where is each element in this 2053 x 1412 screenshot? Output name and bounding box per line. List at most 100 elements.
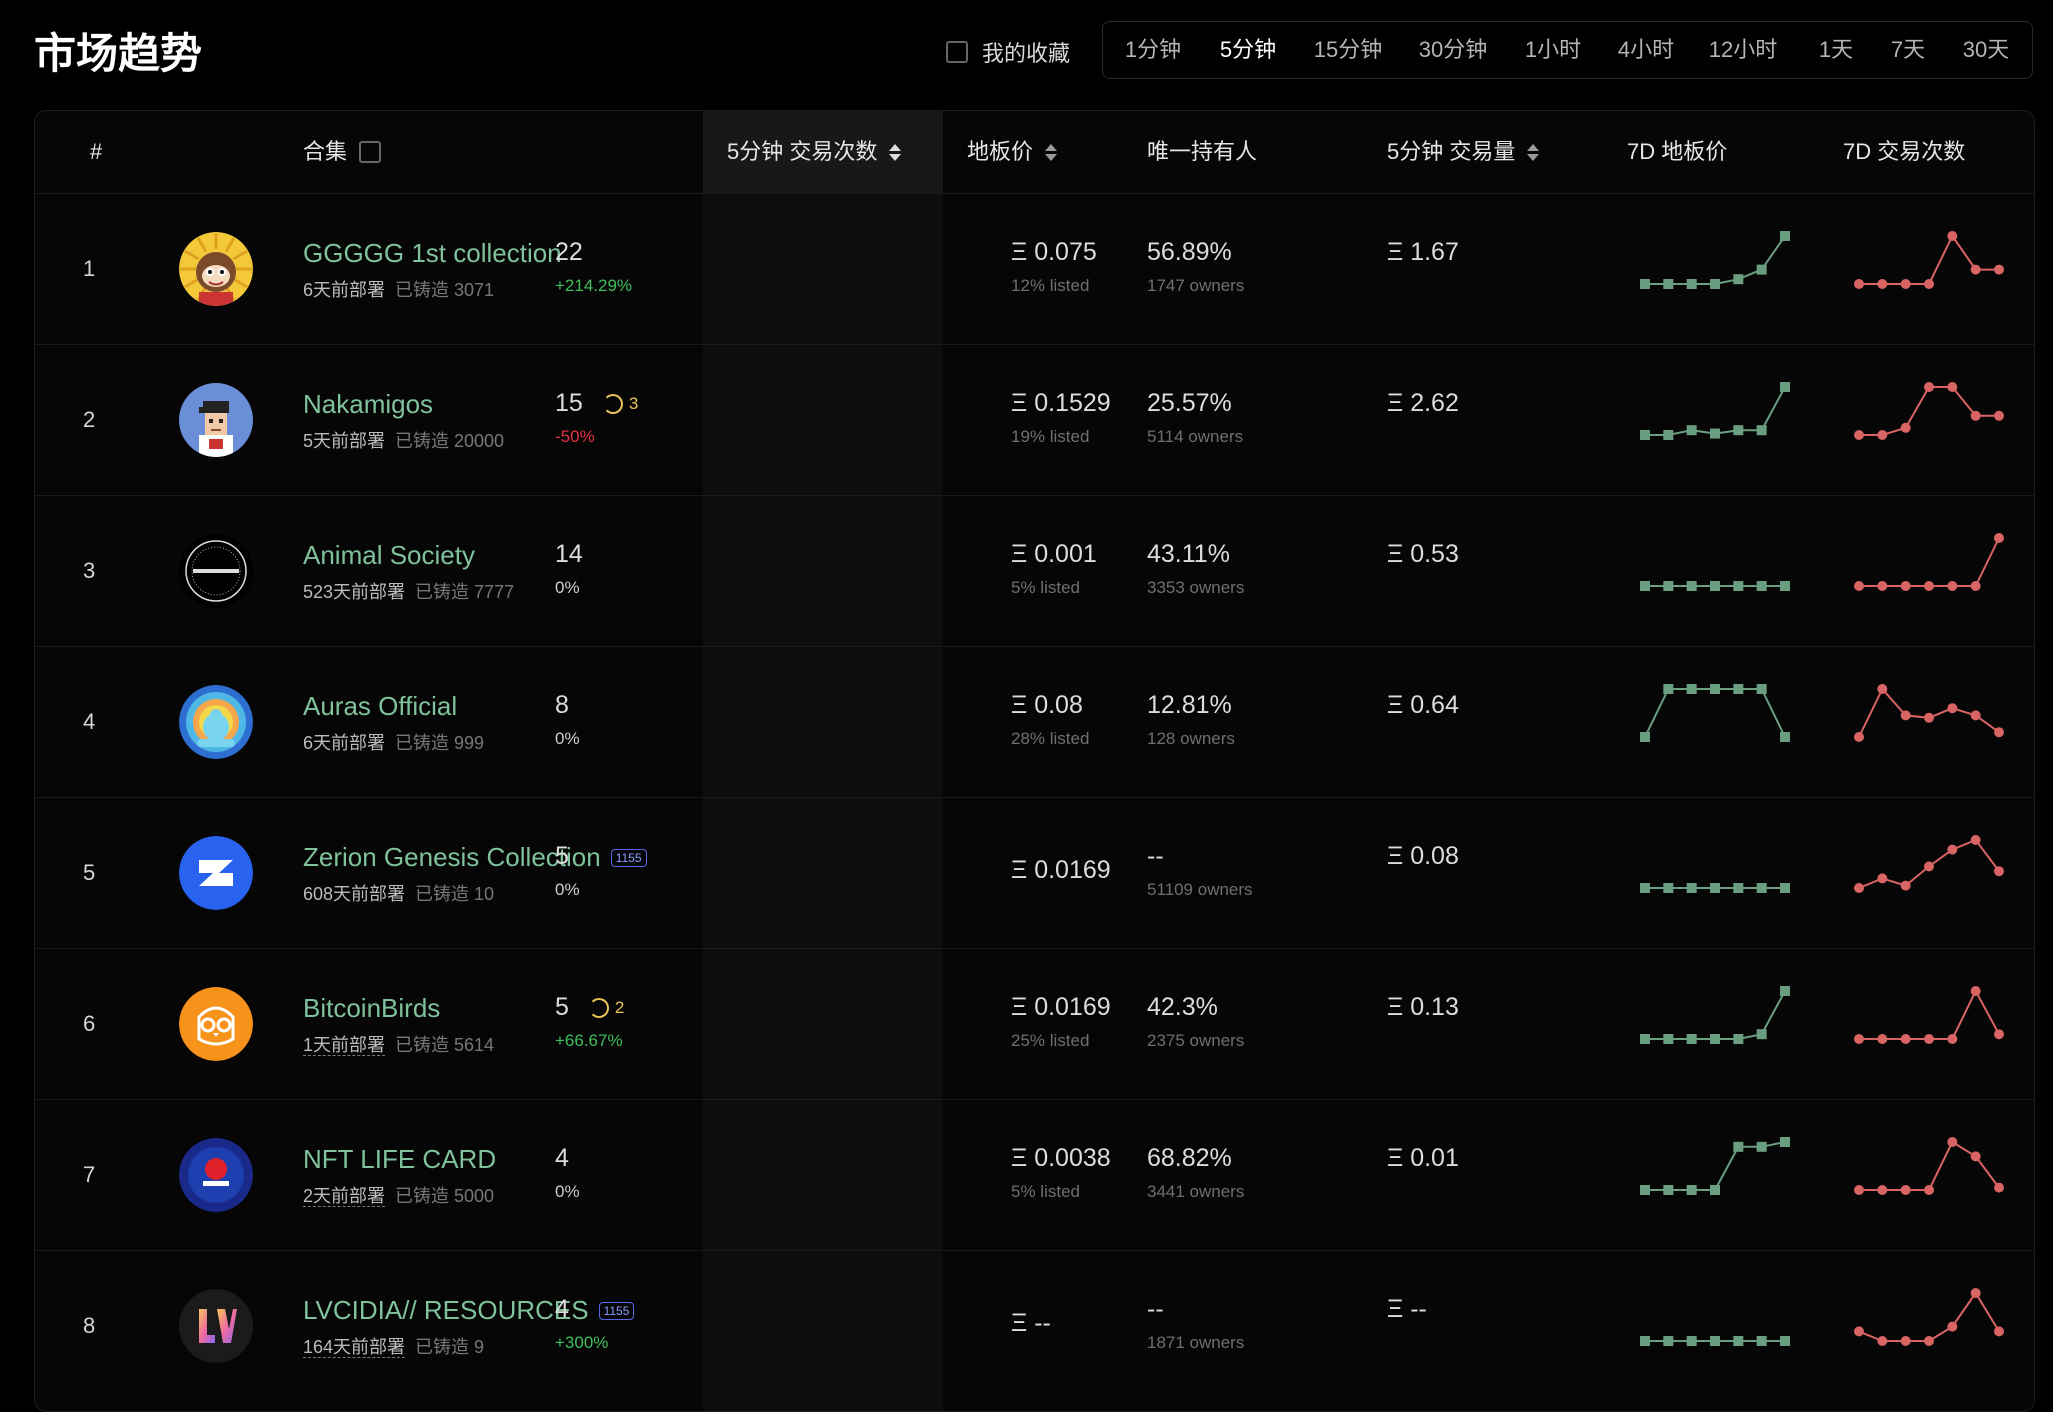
time-tab[interactable]: 30分钟 [1419,22,1487,78]
spark-point [1663,684,1674,694]
collection-filter-checkbox[interactable] [359,141,382,163]
table-row[interactable]: 8 LVCIDIA// RESOURCES 1155 164天前部署 已铸造 9 … [35,1250,2034,1402]
floor-price: Ξ -- [1011,1309,1051,1337]
collection-name-link[interactable]: Zerion Genesis Collection 1155 [303,842,647,873]
table-row[interactable]: 3 Animal Society 523天前部署 已铸造 7777 14 0% Ξ… [35,495,2034,647]
collection-name-link[interactable]: LVCIDIA// RESOURCES 1155 [303,1295,635,1326]
deploy-time: 1天前部署 [303,1035,386,1056]
floor-7d-sparkline [1640,883,1790,893]
spark-point [1710,1185,1720,1195]
spark-point [1924,712,1934,723]
aura-avatar[interactable] [179,685,253,759]
spark-point [1854,581,1864,591]
row-index: 2 [83,407,96,432]
table-row[interactable]: 2 Nakamigos 5天前部署 已铸造 20000 15 3 -50% Ξ 0… [35,344,2034,496]
spark-point [1924,382,1934,392]
volume: Ξ 0.64 [1387,691,1459,719]
listed-percent: 5% listed [1011,578,1080,597]
collection-name-link[interactable]: Animal Society [303,540,475,571]
collection-name: Animal Society [303,540,475,570]
sort-icon[interactable] [1045,143,1058,161]
spark-line [1644,688,1786,738]
collection-name: NFT LIFE CARD [303,1144,497,1174]
collection-name-link[interactable]: Nakamigos [303,389,433,420]
spark-point [1663,1336,1674,1346]
table-row[interactable]: 6 BitcoinBirds 1天前部署 已铸造 5614 5 2 +66.67%… [35,948,2034,1100]
lv-logo[interactable] [179,1289,253,1363]
deploy-time: 6天前部署 [303,280,386,300]
trades-change: +214.29% [555,276,633,295]
time-tab[interactable]: 1天 [1819,22,1853,78]
monkey-avatar[interactable] [179,232,253,306]
time-tab[interactable]: 30天 [1963,22,2009,78]
row-index: 3 [83,558,96,583]
spark-point [1663,430,1674,440]
spark-point [1686,425,1697,436]
collection-name-link[interactable]: GGGGG 1st collection [303,238,562,269]
spark-point [1994,866,2004,877]
sort-icon[interactable] [1527,143,1540,161]
spark-point [1640,732,1650,742]
volume: Ξ 2.62 [1387,389,1459,417]
animal-society-logo[interactable] [179,534,253,608]
trade-count: 22 [555,238,583,266]
table-row[interactable]: 5 Zerion Genesis Collection 1155 608天前部署… [35,797,2034,949]
spark-point [1947,382,1958,392]
holders-percent: 56.89% [1147,238,1232,266]
collection-meta: 608天前部署 已铸造 10 [303,880,494,906]
owners-count: 128 owners [1147,729,1235,748]
spark-point [1900,422,1911,433]
spark-point [1877,1336,1888,1346]
spark-point [1663,279,1674,289]
nft-life-logo[interactable] [179,1138,253,1212]
floor-price: Ξ 0.1529 [1011,389,1111,417]
col-header-floor[interactable]: 地板价 [967,111,1058,193]
spark-point [1994,1182,2004,1193]
col-header-collection[interactable]: 合集 [303,111,382,193]
spark-point [1877,1034,1888,1044]
table-row[interactable]: 4 Auras Official 6天前部署 已铸造 999 8 0% Ξ 0.0… [35,646,2034,798]
owl-avatar[interactable] [179,987,253,1061]
holders-percent: 25.57% [1147,389,1232,417]
time-tab[interactable]: 4小时 [1618,22,1674,78]
collection-name-link[interactable]: NFT LIFE CARD [303,1144,496,1175]
time-tab[interactable]: 12小时 [1709,22,1777,78]
time-tab[interactable]: 1分钟 [1125,22,1181,78]
trades-change: -50% [555,427,595,446]
time-tab[interactable]: 1小时 [1525,22,1581,78]
spark-point [1663,581,1674,591]
trades-change: +66.67% [555,1031,623,1050]
spark-point [1710,428,1720,439]
listed-percent: 25% listed [1011,1031,1090,1050]
spark-line [1859,234,1999,285]
pending-indicator: 2 [588,997,624,1018]
trade-count: 15 [555,389,583,417]
zerion-logo[interactable] [179,836,253,910]
spark-point [1756,883,1767,893]
favorites-checkbox[interactable] [946,41,968,63]
pixel-avatar[interactable] [179,383,253,457]
collection-meta: 6天前部署 已铸造 3071 [303,276,494,302]
trades-cell: 4 [555,1295,569,1324]
collection-name-link[interactable]: BitcoinBirds [303,993,440,1024]
table-row[interactable]: 1 GGGGG 1st collection 6天前部署 已铸造 3071 22 … [35,193,2034,345]
collection-name-link[interactable]: Auras Official [303,691,457,722]
spark-point [1780,732,1790,742]
time-tab[interactable]: 7天 [1891,22,1925,78]
trades-cell: 8 [555,691,569,720]
col-header-trades[interactable]: 5分钟 交易次数 [727,111,902,193]
time-tab[interactable]: 5分钟 [1220,22,1276,78]
spark-point [1994,533,2004,543]
spark-point [1900,1336,1911,1346]
time-tab[interactable]: 15分钟 [1314,22,1382,78]
floor-price: Ξ 0.08 [1011,691,1083,719]
spark-point [1900,880,1911,891]
table-row[interactable]: 7 NFT LIFE CARD 2天前部署 已铸造 5000 4 0% Ξ 0.0… [35,1099,2034,1251]
sort-icon[interactable] [889,143,902,161]
favorites-toggle[interactable]: 我的收藏 [946,36,1070,68]
spark-point [1970,1288,1981,1298]
spark-point [1756,264,1767,275]
spark-point [1756,1029,1767,1040]
col-header-volume[interactable]: 5分钟 交易量 [1387,111,1540,193]
spark-point [1900,710,1911,721]
